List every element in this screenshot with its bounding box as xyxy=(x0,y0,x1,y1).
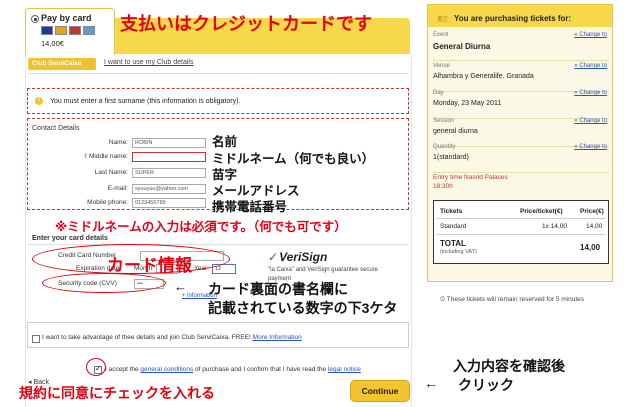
middle-name-label: Middle name: xyxy=(38,153,128,160)
pay-by-card-label: Pay by card xyxy=(41,13,92,23)
general-conditions-link[interactable]: general conditions xyxy=(140,366,193,373)
divider xyxy=(437,234,605,235)
annotation-required-note: ※ミドルネームの入力は必須です。（何でも可です） xyxy=(55,220,347,234)
annotation-confirm-line-2: クリック xyxy=(458,377,514,393)
tickets-col-header: Tickets xyxy=(440,208,463,215)
annotation-agree: 規約に同意にチェックを入れる xyxy=(19,385,215,401)
summary-label: Venue xyxy=(433,63,451,69)
annotation-cvv-line-1: カード裏面の書名欄に xyxy=(208,281,348,297)
summary-value: Alhambra y Generalife. Granada xyxy=(433,73,534,80)
change-to-label: Change to xyxy=(579,144,607,150)
name-input[interactable]: ROBIN xyxy=(132,138,206,148)
card-logos xyxy=(41,26,95,35)
continue-button[interactable]: Continue xyxy=(350,380,410,402)
name-label: Name: xyxy=(108,139,128,146)
club-offer-checkbox[interactable] xyxy=(32,335,40,343)
summary-row-quantity: Quantity 1(standard) « Change to xyxy=(433,143,609,173)
summary-row-day: Day Monday, 23 May 2011 « Change to xyxy=(433,89,609,119)
reserve-note: ⏲ These tickets will remain reserved for… xyxy=(440,296,584,304)
cvv-highlight xyxy=(42,273,166,293)
annotation-card-info: カード情報 xyxy=(107,256,192,275)
total-label: TOTAL xyxy=(440,239,466,248)
summary-value: General Diurna xyxy=(433,42,491,51)
accept-text-2: of purchase and I confirm that I have re… xyxy=(195,366,327,373)
mastercard-icon xyxy=(55,26,67,35)
summary-value: general diurna xyxy=(433,128,478,135)
verisign-text-line-1: "la Caixa" and VeriSign guarantee secure xyxy=(268,267,378,273)
club-servicaixa-logo: Club ServiCaixa xyxy=(28,58,96,70)
annotation-cvv-line-2: 記載されている数字の下3ケタ xyxy=(208,300,398,316)
mobile-input[interactable]: 0123456789 xyxy=(132,198,206,208)
summary-header: You are purchasing tickets for: xyxy=(454,14,572,23)
entry-time-label: Entry time Nasrid Palaces xyxy=(433,174,508,181)
change-quantity-link[interactable]: « Change to xyxy=(574,144,607,150)
visa-card-icon xyxy=(41,26,53,35)
warning-icon: ! xyxy=(35,97,43,105)
change-to-label: Change to xyxy=(579,118,607,124)
error-message-box: ! You must enter a first surname (this i… xyxy=(27,88,409,114)
divider xyxy=(437,218,605,219)
error-message: You must enter a first surname (this inf… xyxy=(50,98,241,105)
total-vat-label: (including VAT) xyxy=(440,249,477,255)
card-details-title: Enter your card details xyxy=(32,235,108,242)
ticket-icon: 🎫 xyxy=(437,14,449,24)
ticket-type: Standard xyxy=(440,223,467,230)
check-icon: ✓ xyxy=(268,250,279,264)
summary-label: Quantity xyxy=(433,144,456,150)
email-input[interactable]: syuuyuu@yahoo.com xyxy=(132,184,206,194)
summary-value: Monday, 23 May 2011 xyxy=(433,100,502,107)
verisign-label: VeriSign xyxy=(279,250,328,264)
price-col-header: Price(€) xyxy=(580,208,604,215)
summary-label: Event xyxy=(433,32,449,38)
accept-text-1: I accept the xyxy=(105,366,139,373)
email-label: E-mail: xyxy=(107,185,128,192)
summary-row-venue: Venue Alhambra y Generalife. Granada « C… xyxy=(433,62,609,92)
middle-name-input[interactable] xyxy=(132,152,206,162)
entry-time-value: 18:30h xyxy=(433,183,453,190)
last-name-input[interactable]: SUPER xyxy=(132,168,206,178)
club-offer-label: I want to take advantage of thee details… xyxy=(42,334,251,341)
pay-by-card-radio[interactable] xyxy=(31,15,39,23)
total-value: 14,00 xyxy=(580,243,601,252)
change-to-label: Change to xyxy=(579,63,607,69)
summary-row-event: Event General Diurna « Change to xyxy=(433,31,609,61)
reserve-note-text: These tickets will remain reserved for 5… xyxy=(446,296,585,303)
accept-checkbox-highlight xyxy=(86,358,106,376)
amex-icon xyxy=(83,26,95,35)
mobile-label: Mobile phone: xyxy=(87,199,128,206)
change-to-label: Change to xyxy=(579,90,607,96)
summary-value: 1(standard) xyxy=(433,154,469,161)
legal-notice-link[interactable]: legal notice xyxy=(328,366,361,373)
annotation-confirm-line-1: 入力内容を確認後 xyxy=(453,358,565,374)
summary-label: Day xyxy=(433,90,444,96)
maestro-icon xyxy=(69,26,81,35)
tickets-table: Tickets Price/ticket(€) Price(€) Standar… xyxy=(433,200,609,264)
ticket-price: 14,00 xyxy=(586,223,603,230)
last-name-label: Last Name: xyxy=(94,169,128,176)
contact-details-title: Contact Details xyxy=(32,125,80,132)
price-ticket-col-header: Price/ticket(€) xyxy=(520,208,563,215)
pay-by-card-tab[interactable]: Pay by card 14,00€ xyxy=(25,8,115,55)
ticket-qty: 1x 14,00 xyxy=(542,223,567,230)
summary-label: Session xyxy=(433,118,455,124)
change-day-link[interactable]: « Change to xyxy=(574,90,607,96)
annotation-arrow-icon: ← xyxy=(424,375,438,391)
club-offer-text: I want to take advantage of thee details… xyxy=(42,334,302,341)
more-information-link[interactable]: More Information xyxy=(253,334,302,341)
verisign-logo: ✓VeriSign xyxy=(268,250,327,264)
use-club-details-link[interactable]: I want to use my Club details xyxy=(104,59,194,66)
clock-icon: ⏲ xyxy=(440,296,447,303)
change-session-link[interactable]: « Change to xyxy=(574,118,607,124)
annotation-mobile: 携帯電話番号 xyxy=(212,200,288,214)
change-to-label: Change to xyxy=(579,32,607,38)
change-venue-link[interactable]: « Change to xyxy=(574,63,607,69)
annotation-arrow-icon: ← xyxy=(174,279,187,294)
change-event-link[interactable]: « Change to xyxy=(574,32,607,38)
payment-price: 14,00€ xyxy=(41,39,64,48)
divider xyxy=(28,73,408,74)
accept-conditions-text: I accept the general conditions of purch… xyxy=(105,366,361,373)
annotation-headline: 支払いはクレジットカードです xyxy=(120,14,372,34)
